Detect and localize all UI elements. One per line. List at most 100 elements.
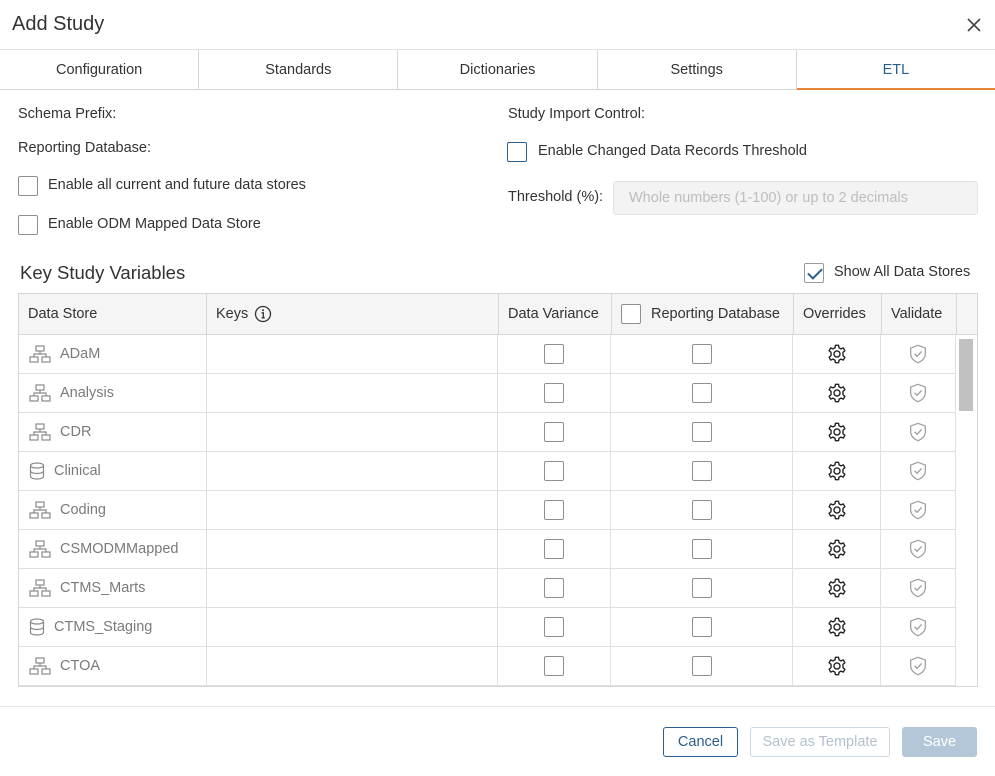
enable-threshold-checkbox[interactable] [507, 142, 527, 162]
reporting-db-cell [611, 647, 794, 685]
col-reporting-db-label: Reporting Database [651, 306, 780, 322]
data-variance-checkbox[interactable] [544, 578, 565, 598]
tab-bar: Configuration Standards Dictionaries Set… [0, 50, 995, 90]
reporting-db-checkbox[interactable] [692, 422, 713, 442]
shield-check-icon[interactable] [907, 382, 929, 404]
gear-icon[interactable] [826, 499, 848, 521]
enable-all-stores-checkbox[interactable] [18, 176, 38, 196]
data-variance-checkbox[interactable] [544, 422, 565, 442]
reporting-db-cell [611, 335, 794, 373]
keys-cell[interactable] [207, 335, 499, 373]
close-icon[interactable] [961, 12, 987, 38]
reporting-db-cell [611, 608, 794, 646]
table-row[interactable]: CSMODMMapped [19, 530, 956, 569]
table-row[interactable]: ADaM [19, 335, 956, 374]
gear-icon[interactable] [826, 616, 848, 638]
grid-scrollbar[interactable] [956, 335, 977, 686]
gear-icon[interactable] [826, 343, 848, 365]
data-variance-checkbox[interactable] [544, 539, 565, 559]
shield-check-icon[interactable] [907, 343, 929, 365]
col-data-variance[interactable]: Data Variance [499, 294, 612, 334]
gear-icon[interactable] [826, 577, 848, 599]
gear-icon[interactable] [826, 382, 848, 404]
table-row[interactable]: Clinical [19, 452, 956, 491]
data-variance-checkbox[interactable] [544, 461, 565, 481]
gear-icon[interactable] [826, 421, 848, 443]
overrides-cell [793, 569, 882, 607]
data-variance-checkbox[interactable] [544, 617, 565, 637]
keys-cell[interactable] [207, 530, 499, 568]
keys-cell[interactable] [207, 374, 499, 412]
dialog-header: Add Study [0, 0, 995, 50]
reporting-db-cell [611, 686, 793, 687]
shield-check-icon[interactable] [907, 577, 929, 599]
table-row[interactable]: CDR [19, 413, 956, 452]
keys-cell[interactable] [207, 413, 499, 451]
tab-standards[interactable]: Standards [199, 50, 399, 89]
show-all-stores-checkbox[interactable] [804, 263, 824, 283]
col-keys-label: Keys [216, 306, 249, 322]
reporting-db-checkbox[interactable] [692, 383, 713, 403]
data-store-name: CTMS_Marts [60, 580, 146, 596]
keys-cell[interactable] [207, 608, 499, 646]
reporting-db-checkbox[interactable] [692, 500, 713, 520]
shield-check-icon[interactable] [907, 421, 929, 443]
info-icon[interactable] [254, 305, 272, 323]
col-data-store[interactable]: Data Store [19, 294, 207, 334]
shield-check-icon[interactable] [907, 655, 929, 677]
reporting-db-checkbox[interactable] [692, 617, 713, 637]
shield-check-icon[interactable] [907, 616, 929, 638]
overrides-cell [793, 374, 882, 412]
shield-check-icon[interactable] [907, 499, 929, 521]
tab-settings[interactable]: Settings [598, 50, 797, 89]
data-variance-checkbox[interactable] [544, 500, 565, 520]
enable-odm-checkbox[interactable] [18, 215, 38, 235]
table-row[interactable]: Analysis [19, 374, 956, 413]
table-row[interactable] [19, 686, 956, 687]
save-as-template-button[interactable]: Save as Template [750, 727, 890, 757]
gear-icon[interactable] [826, 460, 848, 482]
grid-scrollbar-thumb[interactable] [959, 339, 973, 411]
col-reporting-db[interactable]: Reporting Database [612, 294, 794, 334]
gear-icon[interactable] [826, 655, 848, 677]
gear-icon[interactable] [826, 538, 848, 560]
tab-dictionaries[interactable]: Dictionaries [398, 50, 598, 89]
hierarchy-icon [29, 345, 51, 363]
keys-cell[interactable] [207, 686, 499, 687]
table-row[interactable]: CTMS_Staging [19, 608, 956, 647]
validate-cell [881, 569, 956, 607]
threshold-input[interactable] [613, 181, 978, 215]
reporting-db-checkbox[interactable] [692, 461, 713, 481]
shield-check-icon[interactable] [907, 538, 929, 560]
keys-cell[interactable] [207, 452, 499, 490]
save-button[interactable]: Save [902, 727, 977, 757]
table-row[interactable]: Coding [19, 491, 956, 530]
keys-cell[interactable] [207, 491, 499, 529]
table-row[interactable]: CTOA [19, 647, 956, 686]
reporting-database-label: Reporting Database: [18, 140, 151, 156]
data-store-cell: CTMS_Marts [19, 569, 207, 607]
data-variance-checkbox[interactable] [544, 383, 565, 403]
tab-etl[interactable]: ETL [796, 50, 995, 90]
tab-configuration[interactable]: Configuration [0, 50, 200, 89]
reporting-db-checkbox[interactable] [692, 656, 713, 676]
hierarchy-icon [29, 657, 51, 675]
data-store-cell: CSMODMMapped [19, 530, 207, 568]
keys-cell[interactable] [207, 569, 499, 607]
table-row[interactable]: CTMS_Marts [19, 569, 956, 608]
data-variance-checkbox[interactable] [544, 656, 565, 676]
keys-cell[interactable] [207, 647, 499, 685]
col-keys[interactable]: Keys [207, 294, 499, 334]
col-validate[interactable]: Validate [882, 294, 957, 334]
data-variance-cell [498, 647, 612, 685]
reporting-db-checkbox[interactable] [692, 344, 713, 364]
reporting-db-checkbox[interactable] [692, 539, 713, 559]
shield-check-icon[interactable] [907, 460, 929, 482]
reporting-db-checkbox[interactable] [692, 578, 713, 598]
reporting-db-select-all-checkbox[interactable] [621, 304, 641, 324]
data-store-cell: Clinical [19, 452, 207, 490]
data-variance-checkbox[interactable] [544, 344, 565, 364]
col-overrides[interactable]: Overrides [794, 294, 882, 334]
enable-all-stores-label: Enable all current and future data store… [48, 177, 306, 193]
cancel-button[interactable]: Cancel [663, 727, 738, 757]
